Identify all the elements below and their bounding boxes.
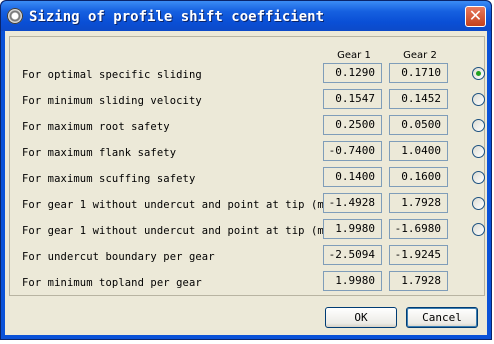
cancel-button[interactable]: Cancel <box>406 307 478 328</box>
row-label: For gear 1 without undercut and point at… <box>22 225 344 237</box>
row-label: For maximum scuffing safety <box>22 173 196 185</box>
column-header-gear1: Gear 1 <box>337 50 371 61</box>
row-label: For minimum sliding velocity <box>22 95 202 107</box>
gear2-value: 0.1710 <box>389 63 448 83</box>
gear1-value: 0.1290 <box>323 63 382 83</box>
select-radio-optimal-sliding[interactable] <box>472 67 485 80</box>
row-label: For maximum flank safety <box>22 147 177 159</box>
gear2-value: -1.6980 <box>389 219 448 239</box>
row-label: For minimum topland per gear <box>22 277 202 289</box>
select-radio-min-sliding-velocity[interactable] <box>472 93 485 106</box>
gear1-value: 0.2500 <box>323 115 382 135</box>
gear2-value: 1.7928 <box>389 271 448 291</box>
gear2-value: 0.0500 <box>389 115 448 135</box>
gear1-value: -0.7400 <box>323 141 382 161</box>
select-radio-no-undercut-max[interactable] <box>472 223 485 236</box>
window-title: Sizing of profile shift coefficient <box>29 9 325 25</box>
gear2-value: 0.1600 <box>389 167 448 187</box>
gear2-value: -1.9245 <box>389 245 448 265</box>
row-label: For optimal specific sliding <box>22 69 202 81</box>
dialog-body: Gear 1 Gear 2 For optimal specific slidi… <box>5 31 487 335</box>
app-gear-icon <box>7 8 23 24</box>
ok-button[interactable]: OK <box>325 307 397 328</box>
select-radio-no-undercut-min[interactable] <box>472 197 485 210</box>
gear1-value: 1.9980 <box>323 219 382 239</box>
select-radio-max-scuffing-safety[interactable] <box>472 171 485 184</box>
gear2-value: 1.0400 <box>389 141 448 161</box>
gear1-value: -2.5094 <box>323 245 382 265</box>
row-label: For maximum root safety <box>22 121 170 133</box>
column-header-gear2: Gear 2 <box>403 50 437 61</box>
results-group: Gear 1 Gear 2 For optimal specific slidi… <box>9 36 485 296</box>
gear1-value: -1.4928 <box>323 193 382 213</box>
gear2-value: 0.1452 <box>389 89 448 109</box>
row-label: For gear 1 without undercut and point at… <box>22 199 344 211</box>
close-button[interactable]: ✕ <box>465 6 486 27</box>
row-label: For undercut boundary per gear <box>22 251 215 263</box>
gear1-value: 1.9980 <box>323 271 382 291</box>
gear2-value: 1.7928 <box>389 193 448 213</box>
dialog-window: Sizing of profile shift coefficient ✕ Ge… <box>0 0 492 340</box>
gear1-value: 0.1400 <box>323 167 382 187</box>
gear1-value: 0.1547 <box>323 89 382 109</box>
select-radio-max-root-safety[interactable] <box>472 119 485 132</box>
select-radio-max-flank-safety[interactable] <box>472 145 485 158</box>
title-bar[interactable]: Sizing of profile shift coefficient ✕ <box>1 1 491 31</box>
